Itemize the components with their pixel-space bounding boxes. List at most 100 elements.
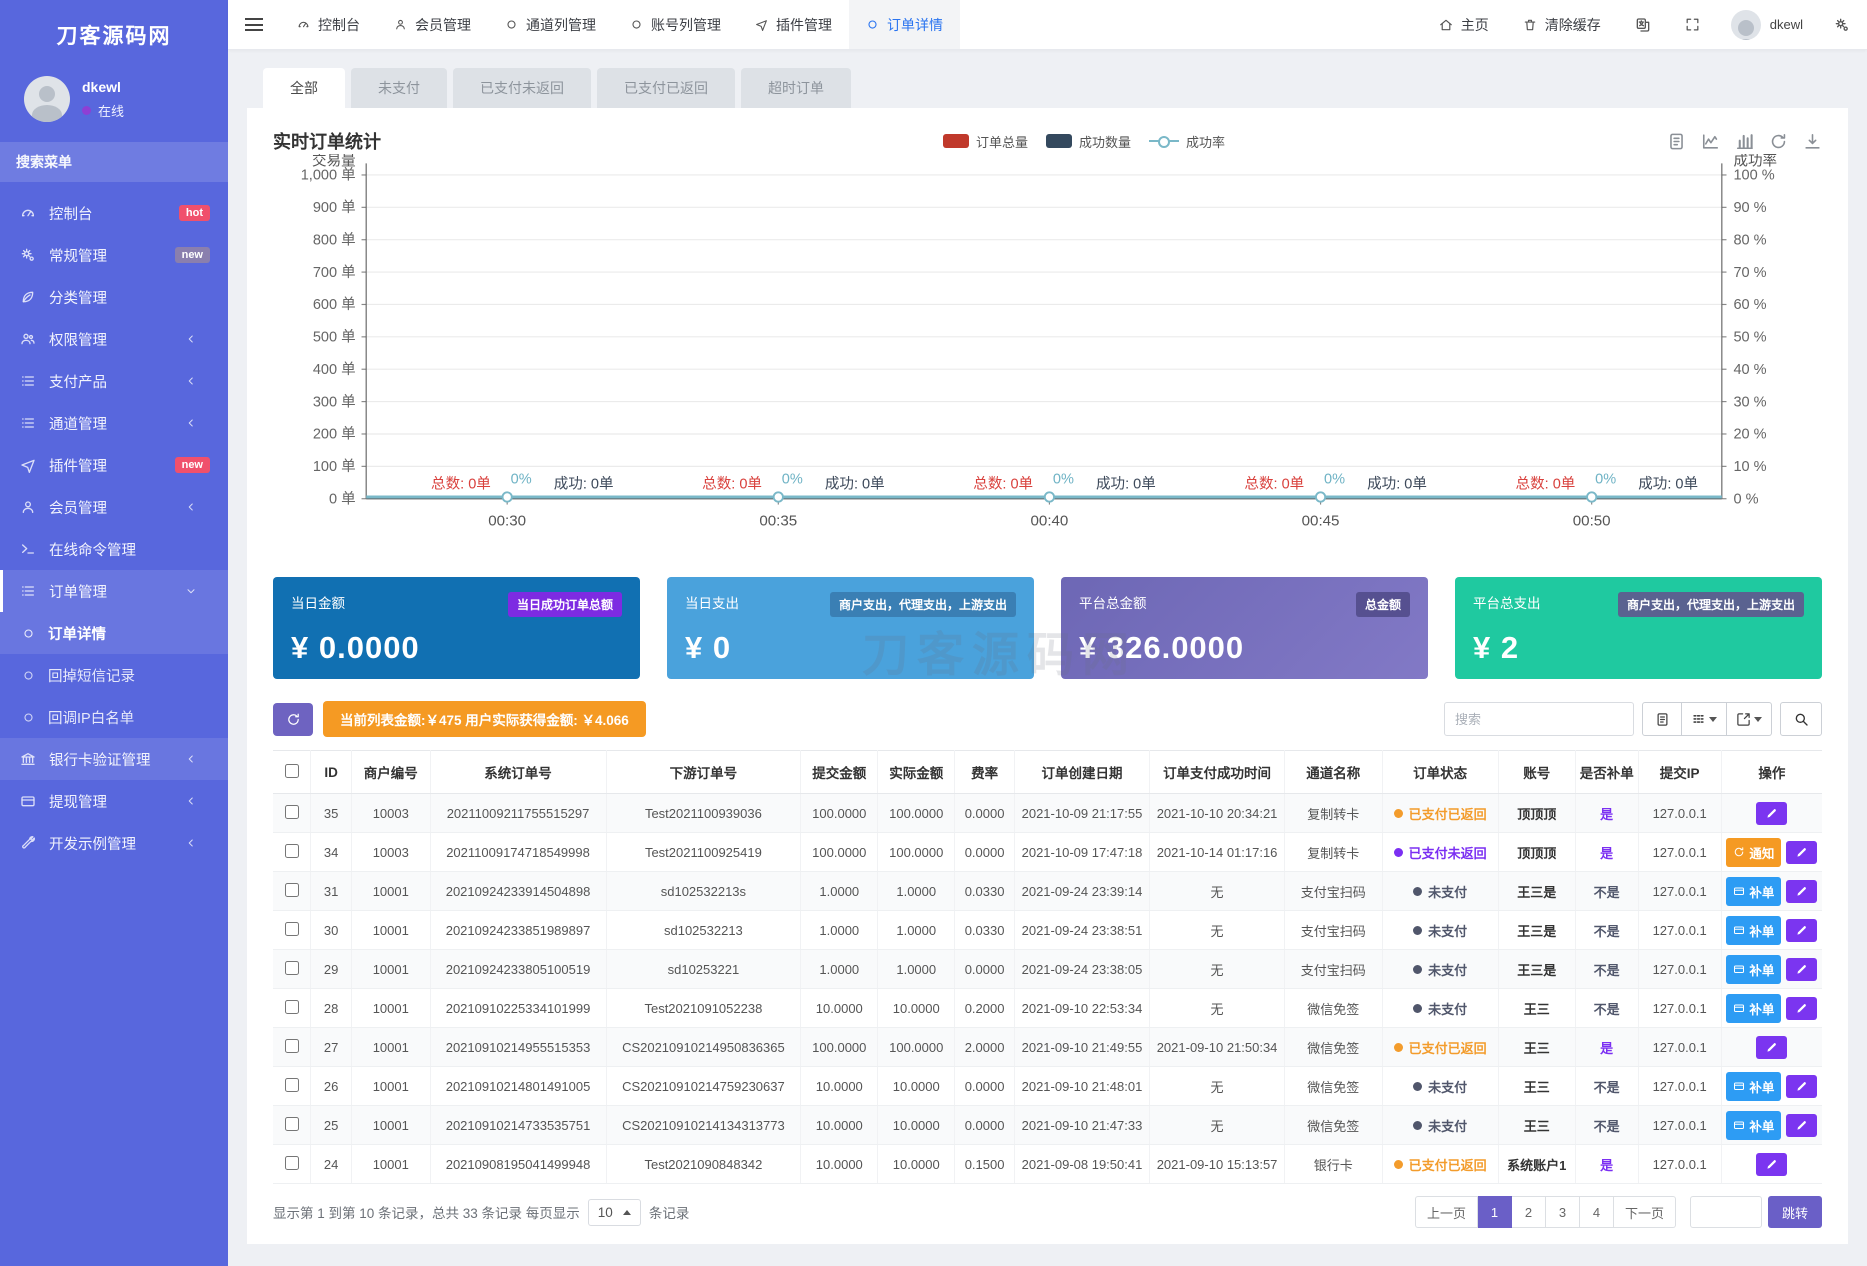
column-header-费率[interactable]: 费率 bbox=[955, 751, 1015, 794]
column-header-账号[interactable]: 账号 bbox=[1498, 751, 1575, 794]
column-header-订单创建日期[interactable]: 订单创建日期 bbox=[1014, 751, 1149, 794]
jump-page-input[interactable] bbox=[1690, 1196, 1762, 1228]
row-checkbox[interactable] bbox=[285, 883, 299, 897]
tab-超时订单[interactable]: 超时订单 bbox=[741, 68, 851, 108]
page-button-3[interactable]: 3 bbox=[1546, 1196, 1580, 1228]
page-size-select[interactable]: 10 bbox=[588, 1199, 641, 1226]
sidebar-item-回掉短信记录[interactable]: 回掉短信记录 bbox=[0, 654, 228, 696]
topbar-tab-订单详情[interactable]: 订单详情 bbox=[849, 0, 960, 49]
column-header-订单支付成功时间[interactable]: 订单支付成功时间 bbox=[1150, 751, 1285, 794]
column-header-通道名称[interactable]: 通道名称 bbox=[1285, 751, 1382, 794]
sidebar-item-插件管理[interactable]: 插件管理new bbox=[0, 444, 228, 486]
jump-button[interactable]: 跳转 bbox=[1768, 1196, 1822, 1228]
column-header-ID[interactable]: ID bbox=[311, 751, 352, 794]
tab-已支付未返回[interactable]: 已支付未返回 bbox=[453, 68, 591, 108]
sidebar-item-开发示例管理[interactable]: 开发示例管理 bbox=[0, 822, 228, 864]
edit-button[interactable] bbox=[1786, 919, 1817, 942]
edit-button[interactable] bbox=[1786, 841, 1817, 864]
legend-item-成功率[interactable]: 成功率 bbox=[1149, 132, 1225, 151]
reissue-button[interactable]: 补单 bbox=[1726, 1072, 1781, 1101]
sidebar-item-订单详情[interactable]: 订单详情 bbox=[0, 612, 228, 654]
row-checkbox[interactable] bbox=[285, 961, 299, 975]
reissue-button[interactable]: 补单 bbox=[1726, 1111, 1781, 1140]
legend-item-成功数量[interactable]: 成功数量 bbox=[1046, 132, 1131, 151]
reissue-button[interactable]: 补单 bbox=[1726, 994, 1781, 1023]
columns-button[interactable] bbox=[1682, 702, 1727, 736]
topbar-tab-控制台[interactable]: 控制台 bbox=[280, 0, 377, 49]
edit-button[interactable] bbox=[1786, 880, 1817, 903]
translate-button[interactable] bbox=[1618, 0, 1668, 49]
column-header-商户编号[interactable]: 商户编号 bbox=[352, 751, 431, 794]
row-checkbox[interactable] bbox=[285, 1000, 299, 1014]
edit-button[interactable] bbox=[1756, 802, 1787, 825]
column-header-是否补单[interactable]: 是否补单 bbox=[1575, 751, 1638, 794]
home-button[interactable]: 主页 bbox=[1422, 0, 1506, 49]
sidebar-item-常规管理[interactable]: 常规管理new bbox=[0, 234, 228, 276]
user-menu[interactable]: dkewl bbox=[1717, 0, 1817, 49]
page-button-2[interactable]: 2 bbox=[1512, 1196, 1546, 1228]
sidebar-item-支付产品[interactable]: 支付产品 bbox=[0, 360, 228, 402]
reissue-button[interactable]: 补单 bbox=[1726, 955, 1781, 984]
sidebar-item-控制台[interactable]: 控制台hot bbox=[0, 192, 228, 234]
page-button-4[interactable]: 4 bbox=[1580, 1196, 1614, 1228]
row-checkbox[interactable] bbox=[285, 1078, 299, 1092]
row-checkbox[interactable] bbox=[285, 1117, 299, 1131]
column-header-操作[interactable]: 操作 bbox=[1721, 751, 1822, 794]
sidebar-item-权限管理[interactable]: 权限管理 bbox=[0, 318, 228, 360]
tab-全部[interactable]: 全部 bbox=[263, 68, 345, 108]
fullscreen-button[interactable] bbox=[1668, 0, 1717, 49]
edit-button[interactable] bbox=[1786, 1075, 1817, 1098]
edit-button[interactable] bbox=[1756, 1153, 1787, 1176]
row-checkbox[interactable] bbox=[285, 922, 299, 936]
edit-button[interactable] bbox=[1786, 958, 1817, 981]
column-header-系统订单号[interactable]: 系统订单号 bbox=[430, 751, 606, 794]
notify-button[interactable]: 通知 bbox=[1726, 838, 1781, 867]
row-checkbox[interactable] bbox=[285, 844, 299, 858]
row-checkbox[interactable] bbox=[285, 1156, 299, 1170]
sidebar-item-回调IP白名单[interactable]: 回调IP白名单 bbox=[0, 696, 228, 738]
prev-page-button[interactable]: 上一页 bbox=[1415, 1196, 1478, 1228]
sidebar-item-会员管理[interactable]: 会员管理 bbox=[0, 486, 228, 528]
detail-view-button[interactable] bbox=[1642, 702, 1682, 736]
stat-card-当日支出: 当日支出商户支出，代理支出，上游支出¥ 0 bbox=[667, 577, 1034, 679]
status-badge: 未支付 bbox=[1413, 1077, 1467, 1096]
sidebar-item-label: 支付产品 bbox=[49, 371, 185, 392]
edit-button[interactable] bbox=[1786, 1114, 1817, 1137]
export-button[interactable] bbox=[1727, 702, 1772, 736]
column-header-实际金额[interactable]: 实际金额 bbox=[878, 751, 955, 794]
settings-button[interactable] bbox=[1817, 0, 1867, 49]
sidebar-item-通道管理[interactable]: 通道管理 bbox=[0, 402, 228, 444]
sidebar-item-在线命令管理[interactable]: 在线命令管理 bbox=[0, 528, 228, 570]
refresh-button[interactable] bbox=[273, 703, 313, 736]
reissue-button[interactable]: 补单 bbox=[1726, 916, 1781, 945]
tab-已支付已返回[interactable]: 已支付已返回 bbox=[597, 68, 735, 108]
tab-未支付[interactable]: 未支付 bbox=[351, 68, 447, 108]
topbar-tab-通道列管理[interactable]: 通道列管理 bbox=[488, 0, 613, 49]
sidebar-item-订单管理[interactable]: 订单管理 bbox=[0, 570, 228, 612]
sidebar-item-提现管理[interactable]: 提现管理 bbox=[0, 780, 228, 822]
page-button-1[interactable]: 1 bbox=[1478, 1196, 1512, 1228]
legend-item-订单总量[interactable]: 订单总量 bbox=[943, 132, 1028, 151]
menu-search-input[interactable] bbox=[16, 154, 212, 170]
column-header-下游订单号[interactable]: 下游订单号 bbox=[606, 751, 801, 794]
select-all-checkbox[interactable] bbox=[285, 764, 299, 778]
row-checkbox[interactable] bbox=[285, 805, 299, 819]
search-button[interactable] bbox=[1780, 702, 1822, 736]
edit-button[interactable] bbox=[1786, 997, 1817, 1020]
wrench-icon bbox=[20, 835, 36, 851]
row-checkbox[interactable] bbox=[285, 1039, 299, 1053]
sidebar-toggle-button[interactable] bbox=[228, 0, 280, 49]
topbar-tab-插件管理[interactable]: 插件管理 bbox=[738, 0, 849, 49]
reissue-button[interactable]: 补单 bbox=[1726, 877, 1781, 906]
next-page-button[interactable]: 下一页 bbox=[1614, 1196, 1676, 1228]
topbar-tab-会员管理[interactable]: 会员管理 bbox=[377, 0, 488, 49]
table-search-input[interactable] bbox=[1444, 702, 1634, 736]
column-header-提交IP[interactable]: 提交IP bbox=[1638, 751, 1721, 794]
edit-button[interactable] bbox=[1756, 1036, 1787, 1059]
topbar-tab-账号列管理[interactable]: 账号列管理 bbox=[613, 0, 738, 49]
sidebar-item-分类管理[interactable]: 分类管理 bbox=[0, 276, 228, 318]
clear-cache-button[interactable]: 清除缓存 bbox=[1506, 0, 1618, 49]
sidebar-item-银行卡验证管理[interactable]: 银行卡验证管理 bbox=[0, 738, 228, 780]
column-header-订单状态[interactable]: 订单状态 bbox=[1382, 751, 1498, 794]
column-header-提交金额[interactable]: 提交金额 bbox=[801, 751, 878, 794]
